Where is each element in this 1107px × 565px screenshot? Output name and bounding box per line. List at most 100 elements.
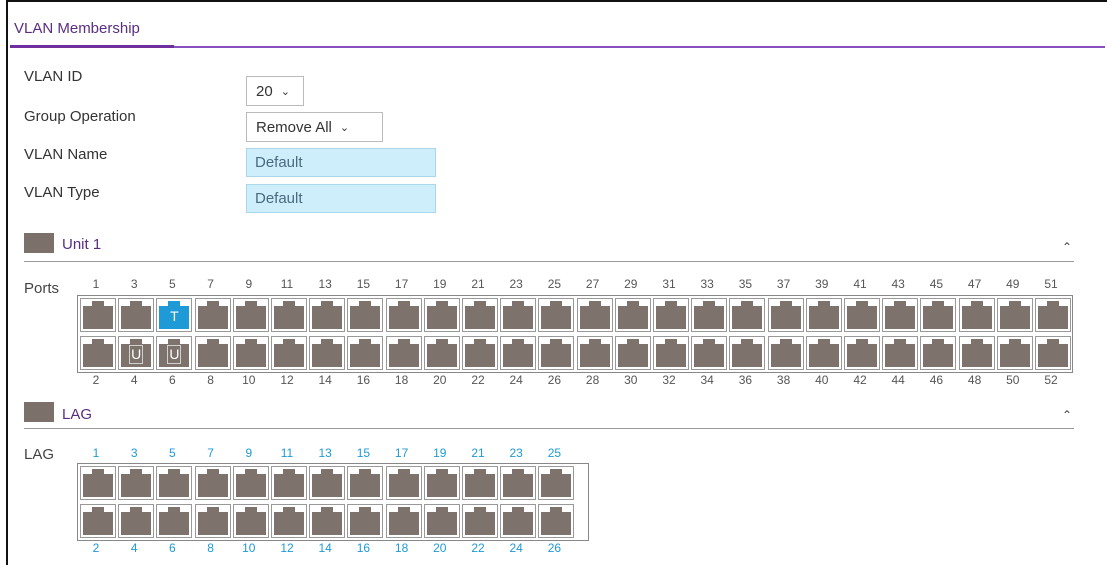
port-34[interactable]	[691, 336, 728, 370]
port-6[interactable]: U	[156, 336, 193, 370]
port-13[interactable]	[309, 298, 346, 332]
port-3[interactable]	[118, 298, 155, 332]
port-26[interactable]	[538, 504, 575, 538]
port-6[interactable]	[156, 504, 193, 538]
chevron-up-icon[interactable]: ⌃	[1062, 408, 1072, 422]
port-27[interactable]	[576, 298, 613, 332]
port-52[interactable]	[1035, 336, 1071, 370]
port-37[interactable]	[767, 298, 804, 332]
tab-vlan-membership[interactable]: VLAN Membership	[14, 20, 140, 42]
port-12[interactable]	[271, 504, 307, 538]
port-42[interactable]	[844, 336, 880, 370]
port-10[interactable]	[232, 504, 269, 538]
port-30[interactable]	[614, 336, 651, 370]
port-2[interactable]	[80, 504, 116, 538]
port-18[interactable]	[385, 504, 422, 538]
port-4[interactable]: U	[118, 336, 155, 370]
port-46[interactable]	[920, 336, 957, 370]
port-21[interactable]	[462, 466, 498, 500]
port-44[interactable]	[882, 336, 919, 370]
port-49[interactable]	[996, 298, 1033, 332]
port-23[interactable]	[500, 298, 537, 332]
port-9[interactable]	[232, 466, 269, 500]
unit-section-title[interactable]: Unit 1	[62, 236, 101, 253]
vlan-name-field[interactable]: Default	[246, 148, 436, 177]
port-23[interactable]	[500, 466, 537, 500]
port-25[interactable]	[538, 466, 575, 500]
port-8[interactable]	[194, 504, 231, 538]
port-1[interactable]	[80, 298, 116, 332]
port-17[interactable]	[385, 466, 422, 500]
port-26[interactable]	[538, 336, 575, 370]
port-51[interactable]	[1035, 298, 1071, 332]
port-48[interactable]	[958, 336, 995, 370]
port-16[interactable]	[347, 504, 384, 538]
port-15[interactable]	[347, 298, 384, 332]
lag-section-title[interactable]: LAG	[62, 406, 92, 423]
port-22[interactable]	[462, 336, 498, 370]
port-33[interactable]	[691, 298, 728, 332]
port-5[interactable]: T	[156, 298, 193, 332]
port-22[interactable]	[462, 504, 498, 538]
port-32[interactable]	[653, 336, 689, 370]
port-19[interactable]	[423, 298, 460, 332]
port-20[interactable]	[423, 504, 460, 538]
lag-grid	[77, 463, 589, 541]
port-15[interactable]	[347, 466, 384, 500]
port-number: 17	[394, 446, 409, 460]
port-number: 18	[394, 541, 409, 555]
port-11[interactable]	[271, 298, 307, 332]
port-45[interactable]	[920, 298, 957, 332]
port-1[interactable]	[80, 466, 116, 500]
port-29[interactable]	[614, 298, 651, 332]
group-operation-select[interactable]: Remove All ⌄	[246, 112, 383, 142]
port-number: 2	[92, 373, 100, 387]
port-number: 1	[92, 446, 100, 460]
port-47[interactable]	[958, 298, 995, 332]
port-24[interactable]	[500, 336, 537, 370]
port-9[interactable]	[232, 298, 269, 332]
port-39[interactable]	[805, 298, 842, 332]
port-20[interactable]	[423, 336, 460, 370]
port-number: 3	[130, 446, 138, 460]
port-38[interactable]	[767, 336, 804, 370]
port-number: 47	[967, 277, 982, 291]
port-28[interactable]	[576, 336, 613, 370]
port-10[interactable]	[232, 336, 269, 370]
port-4[interactable]	[118, 504, 155, 538]
port-43[interactable]	[882, 298, 919, 332]
port-24[interactable]	[500, 504, 537, 538]
port-40[interactable]	[805, 336, 842, 370]
port-18[interactable]	[385, 336, 422, 370]
port-21[interactable]	[462, 298, 498, 332]
chevron-up-icon[interactable]: ⌃	[1062, 240, 1072, 254]
vlan-type-field[interactable]: Default	[246, 184, 436, 213]
port-2[interactable]	[80, 336, 116, 370]
port-12[interactable]	[271, 336, 307, 370]
port-7[interactable]	[194, 298, 231, 332]
port-13[interactable]	[309, 466, 346, 500]
port-19[interactable]	[423, 466, 460, 500]
port-14[interactable]	[309, 336, 346, 370]
port-3[interactable]	[118, 466, 155, 500]
port-8[interactable]	[194, 336, 231, 370]
tab-divider	[10, 46, 1105, 48]
port-31[interactable]	[653, 298, 689, 332]
port-50[interactable]	[996, 336, 1033, 370]
port-16[interactable]	[347, 336, 384, 370]
port-25[interactable]	[538, 298, 575, 332]
port-35[interactable]	[729, 298, 766, 332]
vlan-id-select[interactable]: 20 ⌄	[246, 76, 304, 106]
port-number: 1	[92, 277, 100, 291]
port-36[interactable]	[729, 336, 766, 370]
port-7[interactable]	[194, 466, 231, 500]
port-14[interactable]	[309, 504, 346, 538]
port-11[interactable]	[271, 466, 307, 500]
port-41[interactable]	[844, 298, 880, 332]
port-number: 49	[1006, 277, 1020, 291]
port-5[interactable]	[156, 466, 193, 500]
port-number: 52	[1044, 373, 1058, 387]
port-17[interactable]	[385, 298, 422, 332]
port-number: 5	[169, 446, 176, 460]
port-number: 20	[433, 541, 447, 555]
